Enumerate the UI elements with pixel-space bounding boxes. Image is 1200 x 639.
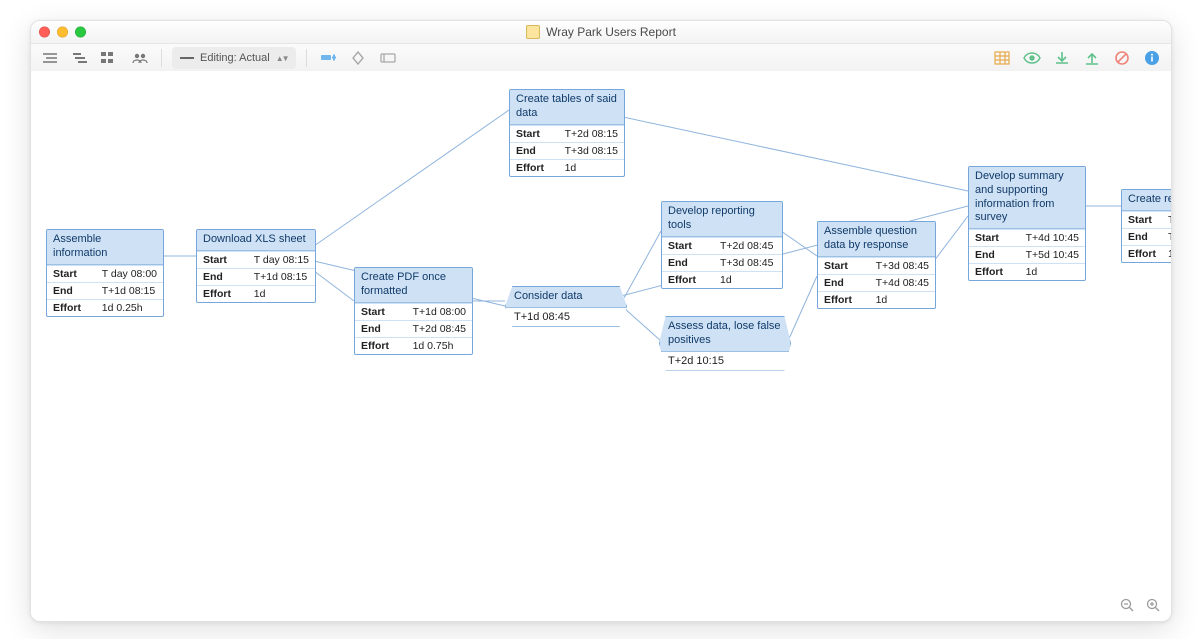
task-title: Download XLS sheet [197,230,315,251]
close-window-button[interactable] [39,27,50,38]
task-create-pdf[interactable]: Create PDF once formatted StartT+1d 08:0… [354,267,473,355]
task-develop-summary[interactable]: Develop summary and supporting informati… [968,166,1086,281]
gantt-view-button[interactable] [69,48,91,68]
task-develop-tools[interactable]: Develop reporting tools StartT+2d 08:45 … [661,201,783,289]
outline-view-button[interactable] [39,48,61,68]
view-options-button[interactable] [1021,48,1043,68]
zoom-controls [1119,597,1161,613]
diagram-canvas[interactable]: Assemble information StartT day 08:00 En… [31,71,1171,621]
task-assemble-information[interactable]: Assemble information StartT day 08:00 En… [46,229,164,317]
editing-mode-label: Editing: Actual [200,52,270,64]
export-button[interactable] [1081,48,1103,68]
milestone-consider-data[interactable]: Consider data T+1d 08:45 [505,286,627,327]
document-icon [526,25,540,39]
task-title: Create PDF once formatted [355,268,472,303]
milestone-time: T+2d 10:15 [660,352,790,370]
add-task-button[interactable] [317,48,339,68]
zoom-out-button[interactable] [1119,597,1135,613]
import-button[interactable] [1051,48,1073,68]
editing-mode-select[interactable]: Editing: Actual ▲▼ [172,47,296,69]
task-assemble-question-data[interactable]: Assemble question data by response Start… [817,221,936,309]
task-title: Assemble question data by response [818,222,935,257]
task-title: Develop summary and supporting informati… [969,167,1085,229]
toolbar: Editing: Actual ▲▼ [31,44,1171,73]
task-create-re-partial[interactable]: Create re StartT+5 EndT+6 Effort1d [1121,189,1172,263]
milestone-title: Consider data [506,287,626,308]
milestone-time: T+1d 08:45 [506,308,626,326]
task-title: Develop reporting tools [662,202,782,237]
window-title-text: Wray Park Users Report [546,25,676,39]
traffic-lights [39,27,86,38]
app-window: Wray Park Users Report Editing: Actual ▲… [30,20,1172,622]
task-download-xls[interactable]: Download XLS sheet StartT day 08:15 EndT… [196,229,316,303]
window-title: Wray Park Users Report [526,25,676,39]
zoom-in-button[interactable] [1145,597,1161,613]
add-milestone-button[interactable] [347,48,369,68]
task-title: Assemble information [47,230,163,265]
titlebar: Wray Park Users Report [31,21,1171,44]
network-view-button[interactable] [99,48,121,68]
minimize-window-button[interactable] [57,27,68,38]
task-title: Create tables of said data [510,90,624,125]
chevron-updown-icon: ▲▼ [276,54,288,63]
task-title: Create re [1122,190,1172,211]
add-group-button[interactable] [377,48,399,68]
inspector-button[interactable] [1141,48,1163,68]
zoom-window-button[interactable] [75,27,86,38]
milestone-assess-data[interactable]: Assess data, lose false positives T+2d 1… [659,316,791,371]
milestone-title: Assess data, lose false positives [660,317,790,352]
resource-view-button[interactable] [129,48,151,68]
task-create-tables[interactable]: Create tables of said data StartT+2d 08:… [509,89,625,177]
stop-button[interactable] [1111,48,1133,68]
grid-toggle-button[interactable] [991,48,1013,68]
